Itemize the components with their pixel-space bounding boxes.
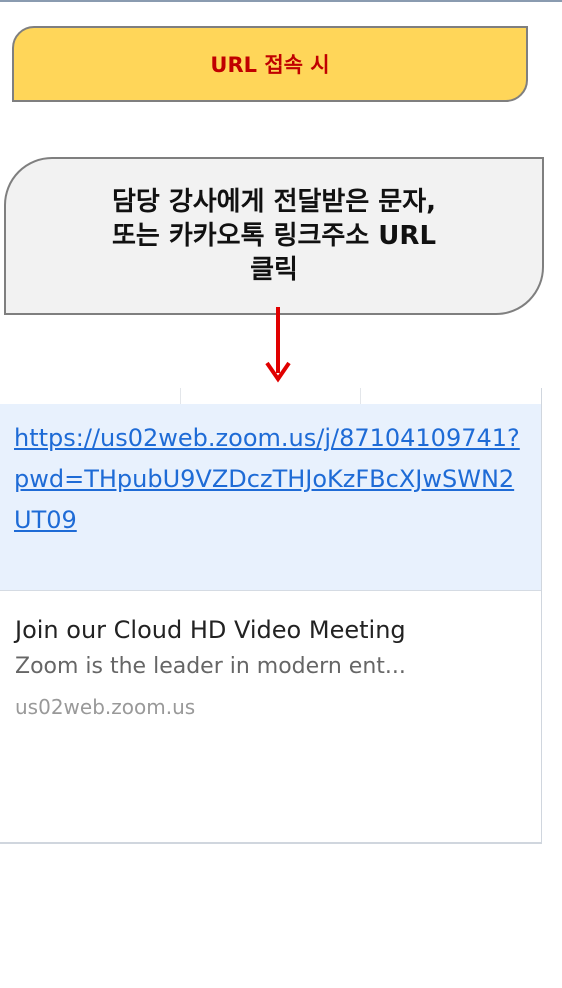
instruction-text: 담당 강사에게 전달받은 문자, 또는 카카오톡 링크주소 URL 클릭 (111, 187, 437, 285)
preview-domain: us02web.zoom.us (15, 695, 196, 719)
preview-description: Zoom is the leader in modern ent... (15, 654, 406, 679)
step-banner-label: URL 접속 시 (210, 53, 330, 77)
grid-line (180, 388, 181, 404)
preview-title: Join our Cloud HD Video Meeting (15, 616, 406, 644)
grid-line (541, 388, 542, 844)
instruction-callout: 담당 강사에게 전달받은 문자, 또는 카카오톡 링크주소 URL 클릭 (4, 157, 544, 315)
preview-divider (0, 590, 541, 591)
top-divider (0, 0, 562, 2)
link-preview[interactable]: Join our Cloud HD Video Meeting Zoom is … (15, 616, 535, 719)
grid-line (360, 388, 361, 404)
link-message[interactable]: https://us02web.zoom.us/j/87104109741?pw… (0, 404, 541, 590)
arrow-down-icon (265, 307, 291, 383)
step-banner: URL 접속 시 (12, 26, 528, 102)
meeting-link[interactable]: https://us02web.zoom.us/j/87104109741?pw… (14, 418, 527, 541)
message-bubble: https://us02web.zoom.us/j/87104109741?pw… (0, 388, 542, 844)
